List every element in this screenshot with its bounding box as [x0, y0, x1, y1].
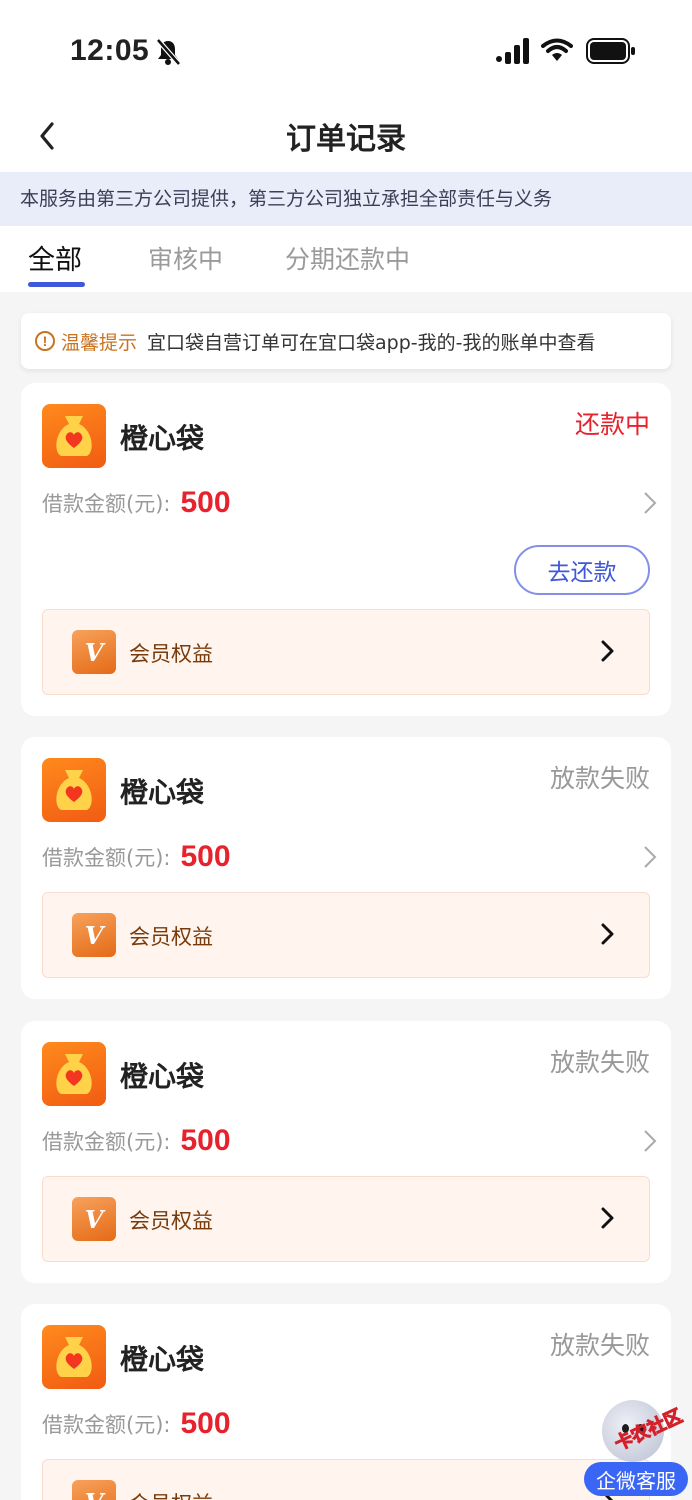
battery-icon — [586, 38, 635, 64]
tab-bar: 全部 审核中 分期还款中 — [0, 226, 692, 292]
chevron-right-icon — [644, 846, 657, 868]
member-benefits-row[interactable]: V 会员权益 — [42, 1176, 650, 1262]
chevron-right-icon — [644, 1130, 657, 1152]
tip-banner: ! 温馨提示 宜口袋自营订单可在宜口袋app-我的-我的账单中查看 — [21, 313, 671, 369]
product-logo — [42, 1325, 106, 1389]
order-card[interactable]: 橙心袋 还款中 借款金额(元): 500 去还款 V 会员权益 — [21, 383, 671, 716]
order-status: 放款失败 — [549, 764, 650, 793]
tab-all[interactable]: 全部 — [28, 238, 82, 277]
product-name: 橙心袋 — [120, 776, 205, 809]
chevron-right-icon — [644, 492, 657, 514]
order-status: 放款失败 — [549, 1048, 650, 1077]
order-status: 放款失败 — [549, 1331, 650, 1360]
amount-label: 借款金额(元): — [42, 1130, 171, 1154]
tip-label: 温馨提示 — [61, 331, 138, 354]
member-benefits-row[interactable]: V 会员权益 — [42, 609, 650, 695]
money-bag-heart-icon — [56, 1337, 92, 1377]
product-logo — [42, 404, 106, 468]
floating-customer-service[interactable]: 卡农社区 企微客服 — [584, 1400, 688, 1496]
product-name: 橙心袋 — [120, 1060, 205, 1093]
customer-service-button[interactable]: 企微客服 — [584, 1462, 688, 1496]
amount-row[interactable]: 借款金额(元): 500 — [42, 485, 657, 521]
amount-value: 500 — [180, 1407, 231, 1440]
product-logo — [42, 758, 106, 822]
member-benefits-row[interactable]: V 会员权益 — [42, 892, 650, 978]
status-bar: 12:05 — [0, 0, 692, 100]
amount-label: 借款金额(元): — [42, 1413, 171, 1437]
top-bar: 12:05 订单记录 — [0, 0, 692, 172]
member-benefits-label: 会员权益 — [129, 1209, 213, 1233]
amount-value: 500 — [180, 840, 231, 873]
amount-label: 借款金额(元): — [42, 492, 171, 516]
page-title: 订单记录 — [286, 122, 406, 157]
product-name: 橙心袋 — [120, 422, 205, 455]
amount-row[interactable]: 借款金额(元): 500 — [42, 1406, 657, 1442]
wifi-icon — [541, 38, 573, 61]
amount-value: 500 — [180, 1124, 231, 1157]
signal-icon — [496, 38, 529, 64]
order-card[interactable]: 橙心袋 放款失败 借款金额(元): 500 V 会员权益 — [21, 737, 671, 999]
amount-row[interactable]: 借款金额(元): 500 — [42, 839, 657, 875]
status-time: 12:05 — [70, 34, 150, 67]
chevron-right-icon — [601, 640, 614, 662]
amount-row[interactable]: 借款金额(元): 500 — [42, 1123, 657, 1159]
member-benefits-label: 会员权益 — [129, 925, 213, 949]
order-card[interactable]: 橙心袋 放款失败 借款金额(元): 500 V 会员权益 — [21, 1021, 671, 1283]
order-status: 还款中 — [574, 410, 650, 439]
member-benefits-row[interactable]: V 会员权益 — [42, 1459, 650, 1500]
bell-muted-icon — [156, 38, 181, 66]
tab-under-review[interactable]: 审核中 — [148, 240, 223, 276]
info-icon: ! — [35, 331, 55, 351]
vip-icon: V — [72, 630, 116, 674]
product-name: 橙心袋 — [120, 1343, 205, 1376]
member-benefits-label: 会员权益 — [129, 1488, 213, 1500]
order-card[interactable]: 橙心袋 放款失败 借款金额(元): 500 V 会员权益 — [21, 1304, 671, 1500]
product-logo — [42, 1042, 106, 1106]
vip-icon: V — [72, 1480, 116, 1500]
vip-icon: V — [72, 1197, 116, 1241]
tip-text: 宜口袋自营订单可在宜口袋app-我的-我的账单中查看 — [147, 331, 596, 354]
chevron-right-icon — [601, 1207, 614, 1229]
nav-bar: 订单记录 — [0, 100, 692, 172]
chevron-right-icon — [601, 923, 614, 945]
disclaimer-banner: 本服务由第三方公司提供，第三方公司独立承担全部责任与义务 — [0, 172, 692, 226]
money-bag-heart-icon — [56, 1054, 92, 1094]
member-benefits-label: 会员权益 — [129, 642, 213, 666]
money-bag-heart-icon — [56, 416, 92, 456]
money-bag-heart-icon — [56, 770, 92, 810]
vip-icon: V — [72, 913, 116, 957]
repay-button[interactable]: 去还款 — [514, 545, 650, 595]
amount-label: 借款金额(元): — [42, 846, 171, 870]
tab-installment-repaying[interactable]: 分期还款中 — [285, 240, 410, 276]
tab-active-indicator — [28, 282, 85, 287]
amount-value: 500 — [180, 486, 231, 519]
